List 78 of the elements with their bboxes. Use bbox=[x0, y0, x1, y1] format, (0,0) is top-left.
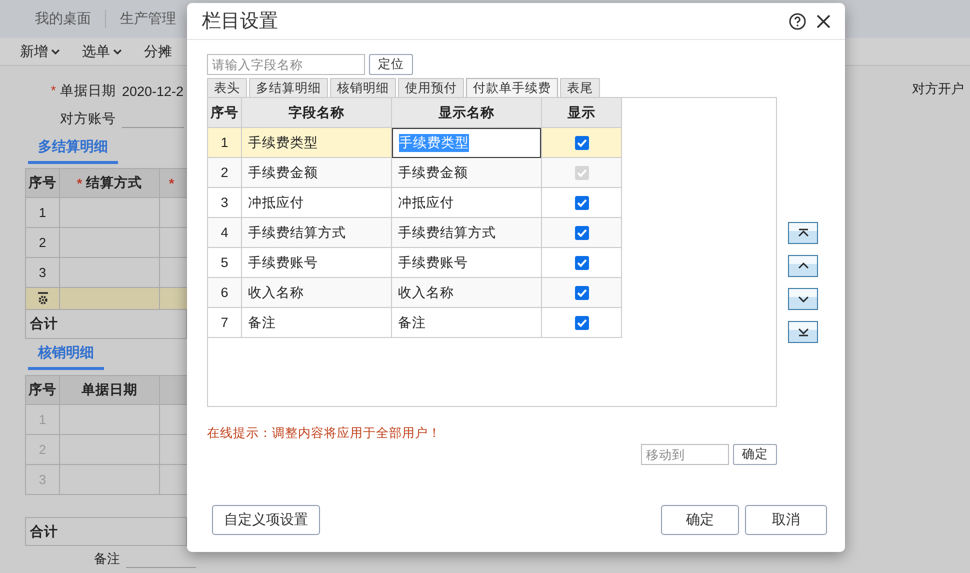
dialog-title: 栏目设置 bbox=[202, 10, 279, 34]
toolbar-button[interactable]: 新增 bbox=[20, 42, 60, 60]
gear-icon[interactable] bbox=[36, 292, 48, 305]
field-name-cell: 备注 bbox=[242, 308, 392, 338]
column-header: 序号 bbox=[26, 376, 60, 405]
ok-button[interactable]: 确定 bbox=[661, 505, 739, 535]
column-header: * bbox=[160, 169, 188, 198]
nav-tab[interactable]: 生产管理 bbox=[120, 10, 176, 28]
caret-icon bbox=[51, 48, 60, 54]
field-name-cell: 冲抵应付 bbox=[242, 188, 392, 218]
display-name-cell: 手续费账号 bbox=[392, 248, 542, 278]
column-header: 单据日期 bbox=[60, 376, 160, 405]
tab[interactable]: 多结算明细 bbox=[249, 78, 328, 97]
show-checkbox[interactable] bbox=[574, 226, 588, 240]
field-name-cell: 收入名称 bbox=[242, 278, 392, 308]
row-number: 4 bbox=[208, 218, 242, 248]
row-number: 2 bbox=[208, 158, 242, 188]
show-checkbox[interactable] bbox=[574, 136, 588, 150]
column-header: 字段名称 bbox=[242, 98, 392, 128]
display-name-cell: 备注 bbox=[392, 308, 542, 338]
tab[interactable]: 表头 bbox=[207, 78, 247, 97]
field-name-cell: 手续费结算方式 bbox=[242, 218, 392, 248]
search-field[interactable]: 请输入字段名称 bbox=[207, 54, 365, 75]
field-label: 对方开户 bbox=[912, 80, 964, 98]
field-name-cell: 手续费金额 bbox=[242, 158, 392, 188]
move-down-button[interactable] bbox=[788, 288, 818, 310]
show-checkbox[interactable] bbox=[574, 316, 588, 330]
move-bottom-icon bbox=[796, 327, 810, 337]
tab[interactable]: 表尾 bbox=[560, 78, 600, 97]
tab[interactable]: 核销明细 bbox=[330, 78, 396, 97]
tab[interactable]: 使用预付 bbox=[398, 78, 464, 97]
show-checkbox[interactable] bbox=[574, 196, 588, 210]
move-up-button[interactable] bbox=[788, 255, 818, 277]
row-number: 5 bbox=[208, 248, 242, 278]
field-name-cell: 手续费类型 bbox=[242, 128, 392, 158]
field-label: * 单据日期 bbox=[50, 82, 117, 100]
column-header: 显示名称 bbox=[392, 98, 542, 128]
locate-button[interactable]: 定位 bbox=[369, 54, 413, 75]
move-up-icon bbox=[796, 261, 810, 271]
show-checkbox[interactable] bbox=[574, 256, 588, 270]
total-row: 合计 bbox=[25, 517, 187, 546]
move-bottom-button[interactable] bbox=[788, 321, 818, 343]
column-header: 序号 bbox=[26, 169, 60, 198]
column-header: 显示 bbox=[542, 98, 622, 128]
field-label: 对方账号 bbox=[59, 110, 117, 128]
custom-settings-button[interactable]: 自定义项设置 bbox=[212, 505, 320, 535]
row-number: 3 bbox=[208, 188, 242, 218]
row-number: 2 bbox=[26, 228, 60, 258]
column-header: * 结算方式 bbox=[60, 169, 160, 198]
help-icon[interactable] bbox=[789, 12, 806, 30]
caret-icon bbox=[113, 48, 122, 54]
row-number: 1 bbox=[26, 198, 60, 228]
toolbar-button[interactable]: 选单 bbox=[82, 42, 122, 60]
confirm-move-button[interactable]: 确定 bbox=[733, 444, 777, 465]
show-checkbox[interactable] bbox=[574, 286, 588, 300]
move-to-field[interactable]: 移动到 bbox=[641, 444, 729, 465]
nav-tab[interactable]: 我的桌面 bbox=[35, 10, 91, 28]
toolbar-button[interactable]: 分摊 bbox=[144, 42, 172, 60]
move-top-button[interactable] bbox=[788, 222, 818, 244]
move-top-icon bbox=[796, 228, 810, 238]
display-name-cell: 收入名称 bbox=[392, 278, 542, 308]
close-icon[interactable] bbox=[816, 14, 831, 28]
row-number: 7 bbox=[208, 308, 242, 338]
field-name-cell: 手续费账号 bbox=[242, 248, 392, 278]
row-number: 6 bbox=[208, 278, 242, 308]
column-header: 序号 bbox=[208, 98, 242, 128]
date-field[interactable]: 2020-12-2 bbox=[122, 84, 184, 98]
field-label: 备注 bbox=[94, 550, 120, 568]
row-number: 3 bbox=[26, 258, 60, 288]
row-number: 1 bbox=[208, 128, 242, 158]
display-name-cell: 冲抵应付 bbox=[392, 188, 542, 218]
cancel-button[interactable]: 取消 bbox=[745, 505, 827, 535]
display-name-cell: 手续费结算方式 bbox=[392, 218, 542, 248]
display-name-cell: 手续费金额 bbox=[392, 158, 542, 188]
hint-text: 在线提示：调整内容将应用于全部用户！ bbox=[207, 425, 442, 442]
move-down-icon bbox=[796, 294, 810, 304]
tab[interactable]: 付款单手续费 bbox=[466, 78, 558, 98]
table-cell bbox=[160, 288, 188, 310]
